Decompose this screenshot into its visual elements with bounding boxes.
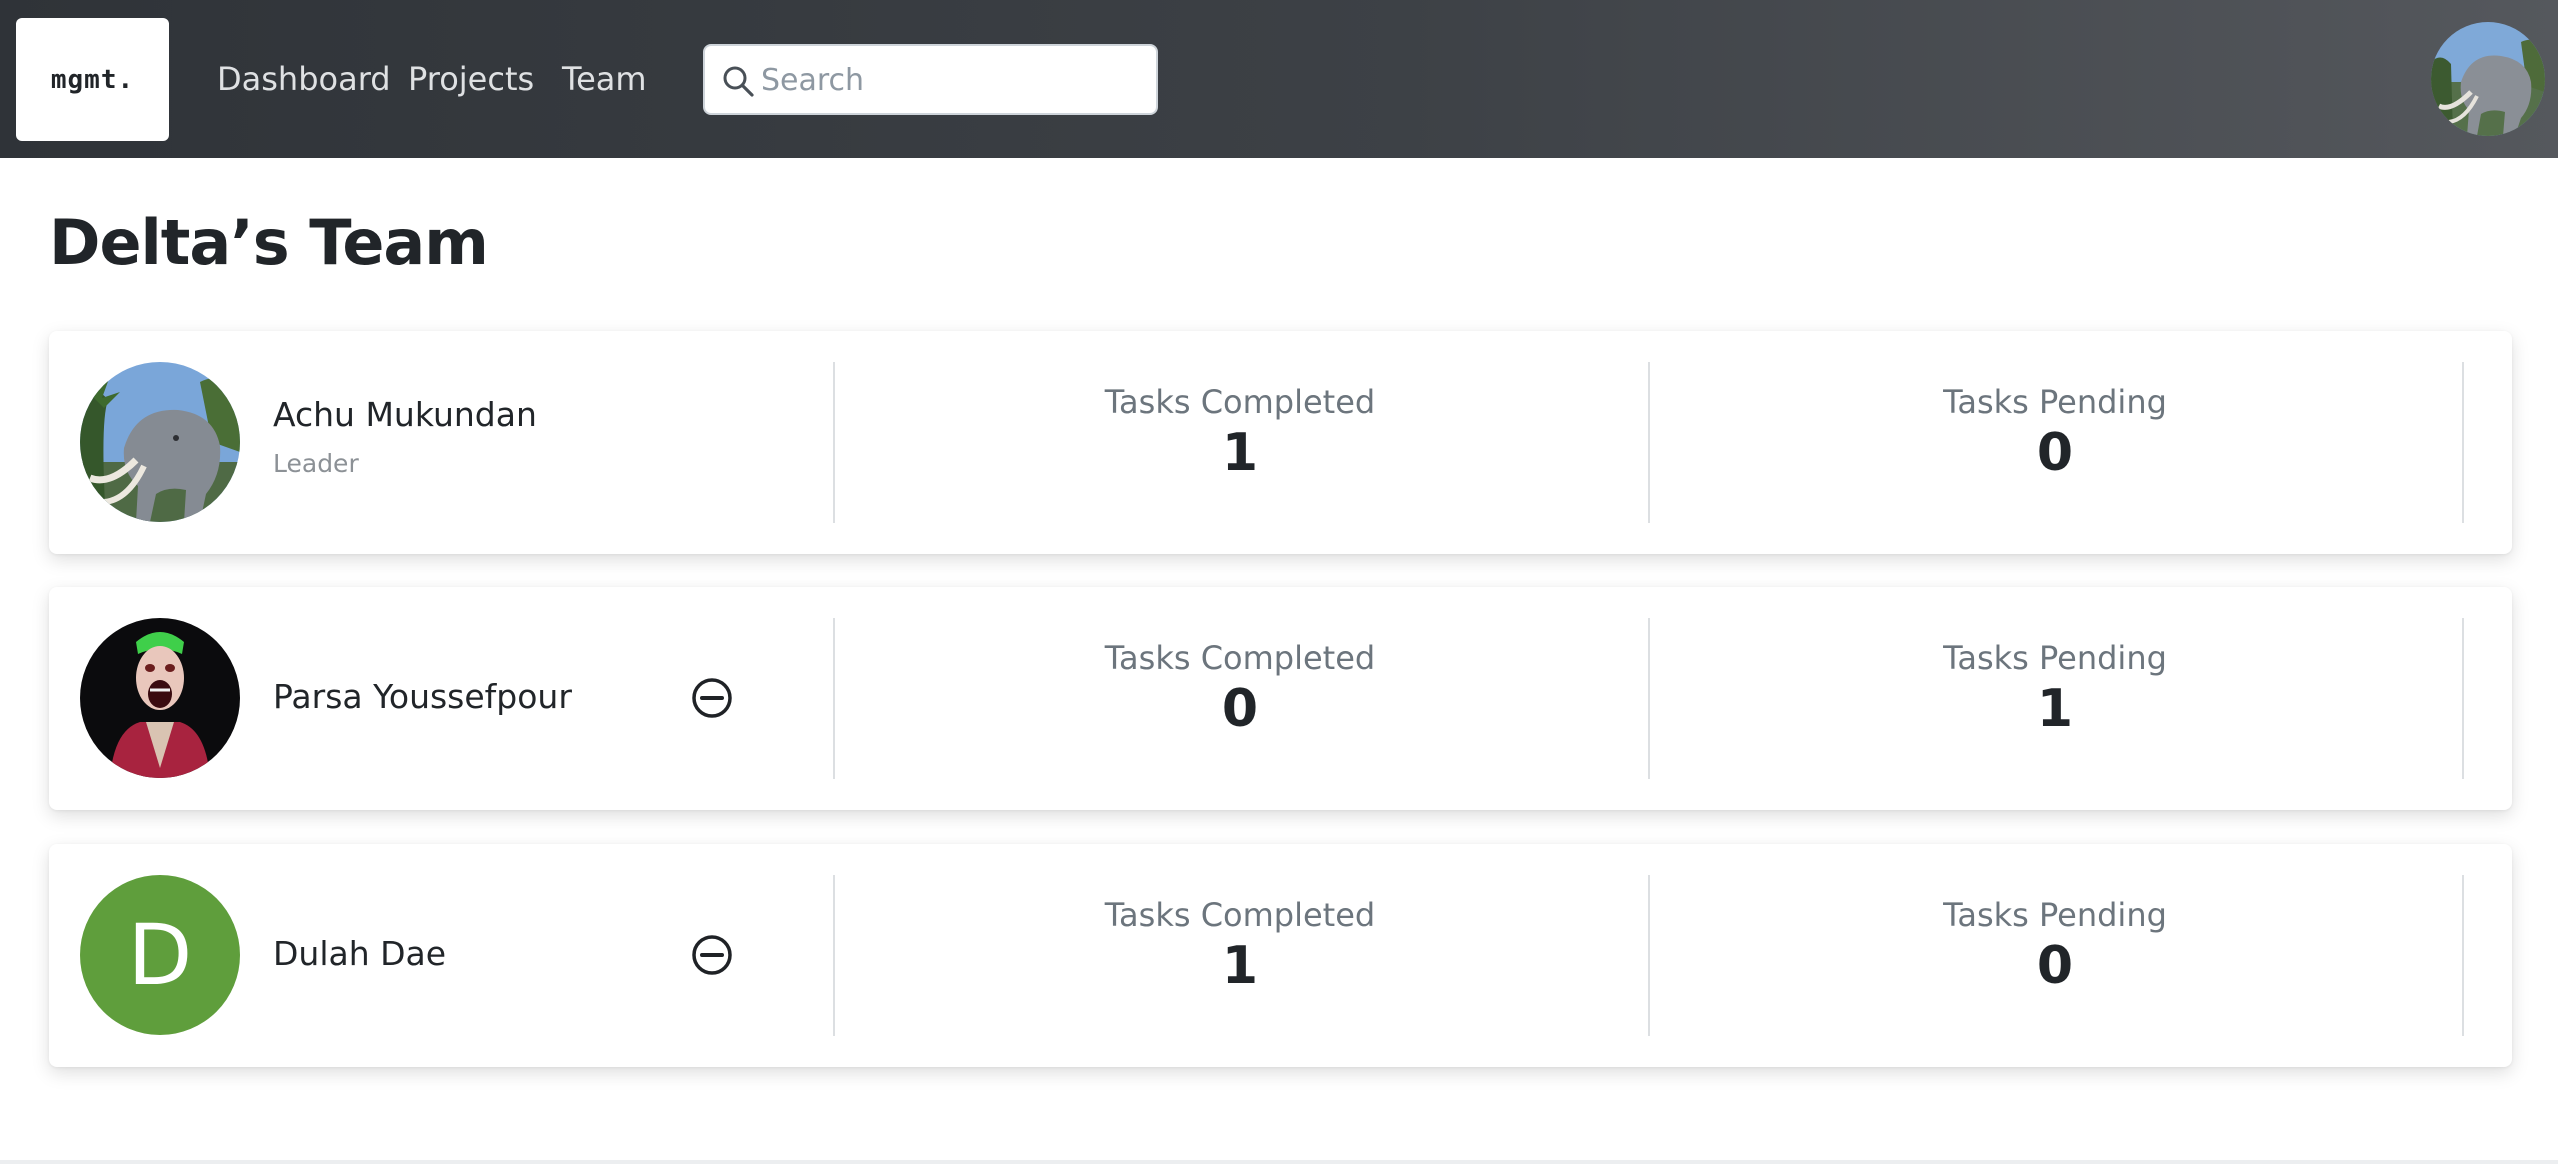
team-member-card: D Dulah Dae Tasks Completed 1 Tasks Pend… [49, 844, 2512, 1067]
tasks-completed-label: Tasks Completed [1104, 896, 1376, 934]
divider [1648, 875, 1650, 1036]
tasks-pending-label: Tasks Pending [1943, 896, 2167, 934]
search-input[interactable] [761, 54, 1141, 106]
tasks-completed-count: 1 [1221, 936, 1259, 996]
divider [1648, 362, 1650, 523]
tasks-completed-label: Tasks Completed [1104, 383, 1376, 421]
divider [2462, 875, 2464, 1036]
user-avatar[interactable] [2431, 22, 2545, 136]
tasks-pending-count: 0 [2036, 936, 2074, 996]
member-name: Achu Mukundan [273, 395, 537, 434]
divider [833, 362, 835, 523]
member-avatar [80, 362, 240, 522]
brand-logo[interactable]: mgmt. [16, 18, 169, 141]
tasks-pending-count: 1 [2036, 679, 2074, 739]
member-role: Leader [273, 449, 359, 478]
tasks-pending-count: 0 [2036, 423, 2074, 483]
tasks-pending-label: Tasks Pending [1943, 639, 2167, 677]
tasks-completed-label: Tasks Completed [1104, 639, 1376, 677]
nav-link-team[interactable]: Team [562, 54, 647, 104]
member-name: Parsa Youssefpour [273, 677, 572, 716]
divider [1648, 618, 1650, 779]
tasks-completed-count: 1 [1221, 423, 1259, 483]
nav-link-dashboard[interactable]: Dashboard [217, 54, 391, 104]
remove-circle-icon[interactable] [690, 676, 734, 720]
tasks-completed-count: 0 [1221, 679, 1259, 739]
tasks-pending-label: Tasks Pending [1943, 383, 2167, 421]
member-avatar: D [80, 875, 240, 1035]
divider [833, 618, 835, 779]
member-avatar [80, 618, 240, 778]
page-title: Delta’s Team [49, 206, 489, 279]
nav-link-projects[interactable]: Projects [408, 54, 534, 104]
top-navbar: mgmt. Dashboard Projects Team [0, 0, 2558, 158]
divider [2462, 362, 2464, 523]
divider [833, 875, 835, 1036]
team-member-card: Parsa Youssefpour Tasks Completed 0 Task… [49, 587, 2512, 810]
divider [2462, 618, 2464, 779]
avatar-letter: D [80, 875, 240, 1035]
remove-circle-icon[interactable] [690, 933, 734, 977]
search-box [703, 44, 1158, 115]
search-icon [723, 66, 754, 97]
member-name: Dulah Dae [273, 934, 447, 973]
footer-border [0, 1160, 2558, 1164]
team-member-card: Achu Mukundan Leader Tasks Completed 1 T… [49, 331, 2512, 554]
